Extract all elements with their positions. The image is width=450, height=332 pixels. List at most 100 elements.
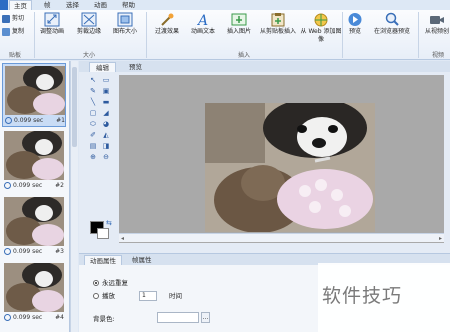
app-window: 主页 帧 选择 动画 帮助 剪切 复制 贴板 调整动画 剪裁边缘 图布大小 大小	[0, 0, 450, 332]
transition-effect-label: 过渡效果	[154, 28, 179, 35]
swap-colors-icon[interactable]: ⇆	[106, 219, 112, 227]
tab-edit[interactable]: 编辑	[89, 62, 116, 72]
play-count-option[interactable]: 播放	[93, 291, 115, 301]
zoom-in-icon[interactable]: ⊕	[87, 152, 99, 162]
tab-animation[interactable]: 动画	[90, 0, 111, 10]
play-count-radio[interactable]	[93, 293, 99, 299]
frame-image	[4, 263, 64, 312]
triangle-tool-icon[interactable]: ◢	[100, 108, 112, 118]
frame-number: #1	[56, 117, 65, 124]
ellipse-tool-icon[interactable]: ⬭	[87, 119, 99, 129]
insert-group-label: 插入	[237, 52, 250, 59]
frame-caption: 0.099 sec #4	[4, 313, 66, 323]
select-tool-icon[interactable]: ↖	[87, 75, 99, 85]
resize-animation-label: 调整动画	[39, 28, 64, 35]
scroll-left-icon[interactable]: ◂	[121, 234, 124, 243]
preview-button[interactable]: 预览	[343, 10, 367, 36]
stamp-tool-icon[interactable]: ▤	[87, 141, 99, 151]
zoom-out-icon[interactable]: ⊖	[100, 152, 112, 162]
group-separator	[146, 12, 147, 58]
canvas-size-button[interactable]: 图布大小	[108, 10, 142, 36]
magic-wand-icon	[161, 13, 174, 26]
scroll-right-icon[interactable]: ▸	[439, 234, 442, 243]
browse-color-button[interactable]: ...	[201, 312, 210, 323]
play-label: 播放	[102, 292, 115, 300]
canvas-horizontal-scrollbar[interactable]: ◂ ▸	[119, 233, 444, 242]
copy-button[interactable]: 复制	[2, 27, 24, 37]
group-separator	[418, 12, 419, 58]
cut-button[interactable]: 剪切	[2, 14, 24, 24]
preview-label: 预览	[348, 28, 361, 35]
color-picker-tool-icon[interactable]: ◨	[100, 141, 112, 151]
eraser-tool-icon[interactable]: ◭	[100, 130, 112, 140]
tab-animation-properties[interactable]: 动画属性	[84, 255, 122, 265]
scrollbar-handle[interactable]	[72, 67, 77, 147]
animated-text-label: 动画文本	[190, 28, 215, 35]
frame-image	[5, 66, 65, 115]
clipboard-icon	[271, 13, 285, 27]
background-color-swatch[interactable]	[97, 228, 109, 239]
background-color-label: 背景色:	[93, 315, 115, 323]
create-from-video-button[interactable]: 从视频创	[420, 10, 450, 36]
tab-frame[interactable]: 帧	[40, 0, 55, 10]
tab-preview[interactable]: 预览	[123, 62, 148, 72]
group-separator	[34, 12, 35, 58]
text-icon: A	[196, 13, 208, 27]
insert-image-icon	[231, 13, 247, 26]
filled-ellipse-tool-icon[interactable]: ◕	[100, 119, 112, 129]
insert-from-clipboard-label: 从剪贴板插入	[259, 28, 296, 35]
tab-frame-properties[interactable]: 帧属性	[127, 255, 157, 265]
frame-number: #2	[55, 182, 64, 189]
rect-select-tool-icon[interactable]: ▭	[100, 75, 112, 85]
frame-list[interactable]: 0.099 sec #1 0.099 sec #2 0.099 sec #3 0…	[0, 61, 70, 332]
editor-tab-bar: 编辑 预览	[79, 61, 450, 72]
frame-thumbnail[interactable]: 0.099 sec #2	[2, 129, 66, 193]
clock-icon	[4, 182, 11, 189]
animated-text-button[interactable]: A 动画文本	[186, 10, 220, 36]
browser-preview-button[interactable]: 在浏览器预览	[368, 10, 416, 36]
frame-thumbnail[interactable]: 0.099 sec #4	[2, 261, 66, 325]
frame-number: #3	[55, 248, 64, 255]
frame-list-scrollbar[interactable]	[70, 61, 78, 332]
frame-caption: 0.099 sec #2	[4, 181, 66, 191]
insert-image-button[interactable]: 插入图片	[222, 10, 256, 36]
frame-duration: 0.099 sec	[13, 182, 43, 189]
loop-forever-radio[interactable]	[93, 280, 99, 286]
clock-icon	[5, 117, 12, 124]
canvas-size-label: 图布大小	[112, 28, 137, 35]
pencil-tool-icon[interactable]: ✎	[87, 86, 99, 96]
tab-home[interactable]: 主页	[9, 0, 32, 10]
loop-forever-option[interactable]: 永远重复	[93, 278, 128, 288]
background-color-field[interactable]	[157, 312, 199, 323]
play-icon	[348, 13, 362, 26]
frame-thumbnail[interactable]: 0.099 sec #3	[2, 195, 66, 259]
ribbon-tab-bar: 主页 帧 选择 动画 帮助	[0, 0, 450, 10]
rectangle-tool-icon[interactable]: ▢	[87, 108, 99, 118]
browser-preview-label: 在浏览器预览	[373, 28, 410, 35]
tab-help[interactable]: 帮助	[118, 0, 139, 10]
line-tool-icon[interactable]: ╲	[87, 97, 99, 107]
brush-tool-icon[interactable]: ✐	[87, 130, 99, 140]
clipboard-group-label: 贴板	[8, 52, 21, 59]
frame-canvas-image[interactable]	[205, 103, 375, 232]
watermark-text: 软件技巧	[322, 285, 403, 307]
frame-image	[4, 197, 64, 246]
add-from-web-button[interactable]: 从 Web 添加图像	[300, 10, 342, 44]
resize-icon	[44, 12, 60, 27]
frame-thumbnail[interactable]: 0.099 sec #1	[2, 63, 66, 127]
frame-caption: 0.099 sec #3	[4, 247, 66, 257]
insert-from-clipboard-button[interactable]: 从剪贴板插入	[256, 10, 300, 36]
play-count-stepper[interactable]: 1	[139, 291, 157, 301]
copy-icon	[2, 27, 10, 36]
thick-line-tool-icon[interactable]: ▬	[100, 97, 112, 107]
crop-icon	[81, 12, 97, 27]
loop-forever-label: 永远重复	[102, 279, 128, 287]
tab-select[interactable]: 选择	[62, 0, 83, 10]
resize-animation-button[interactable]: 调整动画	[36, 10, 68, 36]
transition-effect-button[interactable]: 过渡效果	[149, 10, 185, 36]
create-from-video-label: 从视频创	[424, 28, 449, 35]
fill-tool-icon[interactable]: ▣	[100, 86, 112, 96]
crop-edges-button[interactable]: 剪裁边缘	[72, 10, 106, 36]
app-menu-button[interactable]	[0, 0, 8, 10]
web-image-icon	[314, 13, 328, 27]
